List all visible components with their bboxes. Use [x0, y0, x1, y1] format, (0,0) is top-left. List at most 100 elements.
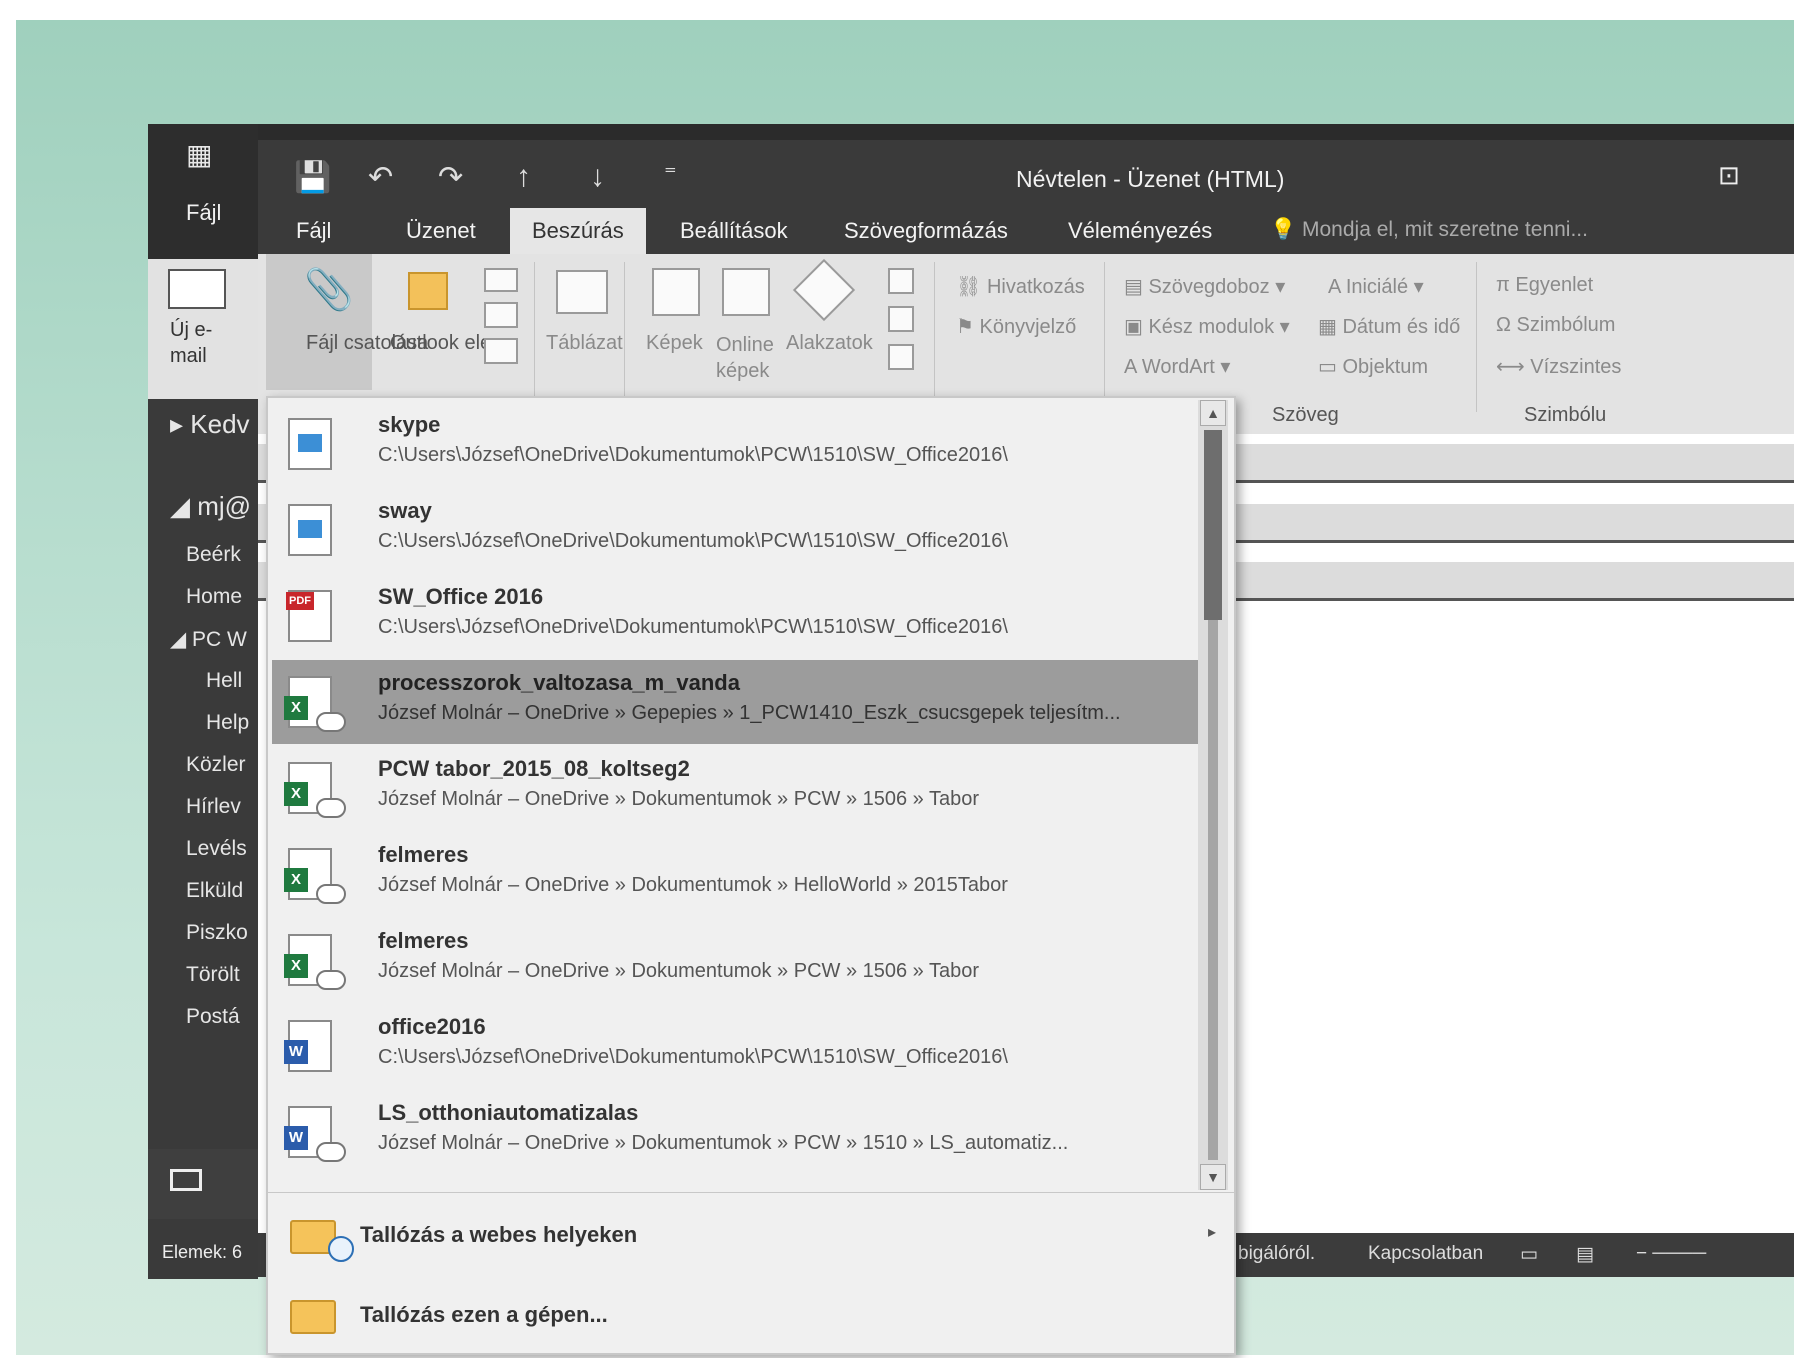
- redo-icon[interactable]: ↷: [438, 160, 463, 195]
- scroll-thumb[interactable]: [1204, 430, 1222, 620]
- group-separator: [934, 262, 935, 412]
- symbol-button[interactable]: Ω Szimbólum: [1496, 314, 1615, 337]
- table-icon[interactable]: [556, 270, 608, 314]
- bookmark-button[interactable]: ⚑ Könyvjelző: [956, 314, 1076, 339]
- new-mail-button[interactable]: Új e-mail: [170, 317, 230, 369]
- folder-item[interactable]: Hírlev: [186, 795, 241, 819]
- recent-item[interactable]: sway C:\Users\József\OneDrive\Dokumentum…: [272, 488, 1198, 572]
- image-file-icon: [288, 418, 332, 470]
- equation-label: Egyenlet: [1515, 274, 1594, 296]
- recent-item[interactable]: PDF SW_Office 2016 C:\Users\József\OneDr…: [272, 574, 1198, 658]
- calendar-icon[interactable]: [484, 302, 518, 328]
- favorites-label: Kedv: [190, 409, 250, 439]
- screenshot-icon[interactable]: [888, 344, 914, 370]
- chart-icon[interactable]: [888, 306, 914, 332]
- browse-web-locations[interactable]: Tallózás a webes helyeken ▸: [268, 1198, 1234, 1278]
- object-label: Objektum: [1342, 356, 1429, 378]
- folder-item[interactable]: Elküld: [186, 879, 243, 903]
- favorites-header[interactable]: ▸ Kedv: [170, 409, 250, 440]
- folder-item[interactable]: Törölt: [186, 963, 240, 987]
- scroll-up-arrow-icon[interactable]: ▲: [1200, 400, 1226, 426]
- online-pictures-icon[interactable]: [722, 268, 770, 316]
- folder-item[interactable]: Postá: [186, 1005, 240, 1029]
- ribbon-display-options-icon[interactable]: ⊡: [1718, 160, 1740, 191]
- save-icon[interactable]: 💾: [294, 160, 331, 195]
- folder-item[interactable]: Levéls: [186, 837, 247, 861]
- tab-message[interactable]: Üzenet: [406, 218, 476, 244]
- pictures-icon[interactable]: [652, 268, 700, 316]
- recent-item[interactable]: X PCW tabor_2015_08_koltseg2 József Moln…: [272, 746, 1198, 830]
- link-button[interactable]: ⛓ Hivatkozás: [956, 274, 1085, 299]
- reading-view-icon[interactable]: ▤: [1576, 1243, 1594, 1266]
- tell-me-search[interactable]: 💡 Mondja el, mit szeretne tenni...: [1270, 218, 1588, 242]
- group-label-symbols: Szimbólu: [1524, 404, 1607, 426]
- signature-icon[interactable]: [484, 338, 518, 364]
- pi-icon: π: [1496, 274, 1510, 296]
- table-button[interactable]: Táblázat: [546, 332, 623, 355]
- calendar-grid-icon[interactable]: ▦: [186, 138, 212, 171]
- recent-item-path: József Molnár – OneDrive » Gepepies » 1_…: [378, 702, 1121, 724]
- undo-icon[interactable]: ↶: [368, 160, 393, 195]
- drop-cap-icon: A: [1328, 276, 1341, 298]
- quick-parts-button[interactable]: ▣ Kész modulok ▾: [1124, 314, 1290, 339]
- zoom-slider[interactable]: − ────: [1636, 1243, 1706, 1265]
- smartart-icon[interactable]: [888, 268, 914, 294]
- recent-item-name: PCW tabor_2015_08_koltseg2: [378, 756, 690, 781]
- next-item-icon[interactable]: ↓: [590, 160, 605, 194]
- wordart-button[interactable]: A WordArt ▾: [1124, 354, 1230, 379]
- shapes-icon[interactable]: [792, 258, 856, 322]
- horizontal-line-button[interactable]: ⟷ Vízszintes: [1496, 354, 1621, 379]
- recent-item-path: C:\Users\József\OneDrive\Dokumentumok\PC…: [378, 444, 1008, 466]
- normal-view-icon[interactable]: ▭: [1520, 1243, 1538, 1266]
- recent-item-name: sway: [378, 498, 432, 523]
- account-header[interactable]: ◢ mj@: [170, 491, 251, 522]
- folder-item[interactable]: Help: [206, 711, 249, 735]
- recent-item[interactable]: W office2016 C:\Users\József\OneDrive\Do…: [272, 1004, 1198, 1088]
- folder-item[interactable]: Home: [186, 585, 242, 609]
- previous-item-icon[interactable]: ↑: [516, 160, 531, 194]
- tab-insert[interactable]: Beszúrás: [510, 208, 646, 254]
- scroll-down-arrow-icon[interactable]: ▼: [1200, 1164, 1226, 1190]
- recent-item[interactable]: skype C:\Users\József\OneDrive\Dokumentu…: [272, 402, 1198, 486]
- folder-item[interactable]: Hell: [206, 669, 242, 693]
- folder-group[interactable]: ◢ PC W: [170, 627, 247, 652]
- customize-qat-icon[interactable]: ⁼: [664, 160, 677, 189]
- window-title: Névtelen - Üzenet (HTML): [1016, 166, 1285, 192]
- account-label: mj@: [197, 491, 252, 521]
- recent-item-path: C:\Users\József\OneDrive\Dokumentumok\PC…: [378, 1046, 1008, 1068]
- object-button[interactable]: ▭ Objektum: [1318, 354, 1428, 379]
- recent-list-scrollbar[interactable]: ▲ ▼: [1198, 400, 1228, 1190]
- date-time-button[interactable]: ▦ Dátum és idő: [1318, 314, 1460, 339]
- mail-icon[interactable]: [170, 1169, 202, 1191]
- attach-file-button[interactable]: 📎 Fájl csatolása: [266, 254, 428, 390]
- lightbulb-icon: 💡: [1270, 218, 1297, 241]
- link-label: Hivatkozás: [986, 276, 1085, 298]
- pictures-button[interactable]: Képek: [646, 332, 703, 355]
- tab-format-text[interactable]: Szövegformázás: [844, 218, 1008, 244]
- recent-item-selected[interactable]: X processzorok_valtozasa_m_vanda József …: [272, 660, 1198, 744]
- recent-item-path: József Molnár – OneDrive » Dokumentumok …: [378, 1132, 1069, 1154]
- excel-cloud-icon: X: [284, 762, 346, 818]
- shapes-button[interactable]: Alakzatok: [786, 332, 873, 355]
- recent-item[interactable]: X felmeres József Molnár – OneDrive » Do…: [272, 918, 1198, 1002]
- online-pictures-button[interactable]: Online képek: [716, 332, 776, 384]
- group-separator: [1104, 262, 1105, 412]
- status-text-1: bigálóról.: [1238, 1243, 1316, 1264]
- folder-item[interactable]: Piszko: [186, 921, 248, 945]
- tab-options[interactable]: Beállítások: [680, 218, 788, 244]
- recent-item[interactable]: X felmeres József Molnár – OneDrive » Do…: [272, 832, 1198, 916]
- file-menu-main[interactable]: Fájl: [186, 200, 221, 226]
- recent-item[interactable]: W LS_otthoniautomatizalas József Molnár …: [272, 1090, 1198, 1174]
- drop-cap-button[interactable]: A Iniciálé ▾: [1328, 274, 1424, 299]
- tab-review[interactable]: Véleményezés: [1068, 218, 1212, 244]
- business-card-icon[interactable]: [484, 268, 518, 292]
- browse-this-pc[interactable]: Tallózás ezen a gépen...: [268, 1278, 1234, 1358]
- equation-button[interactable]: π Egyenlet: [1496, 274, 1593, 297]
- folder-item[interactable]: Beérk: [186, 543, 241, 567]
- new-mail-icon[interactable]: [168, 269, 226, 309]
- tab-file[interactable]: Fájl: [296, 218, 331, 244]
- folder-item[interactable]: Közler: [186, 753, 246, 777]
- text-box-button[interactable]: ▤ Szövegdoboz ▾: [1124, 274, 1285, 299]
- wordart-label: WordArt: [1141, 356, 1215, 378]
- recent-items-list: skype C:\Users\József\OneDrive\Dokumentu…: [268, 398, 1198, 1192]
